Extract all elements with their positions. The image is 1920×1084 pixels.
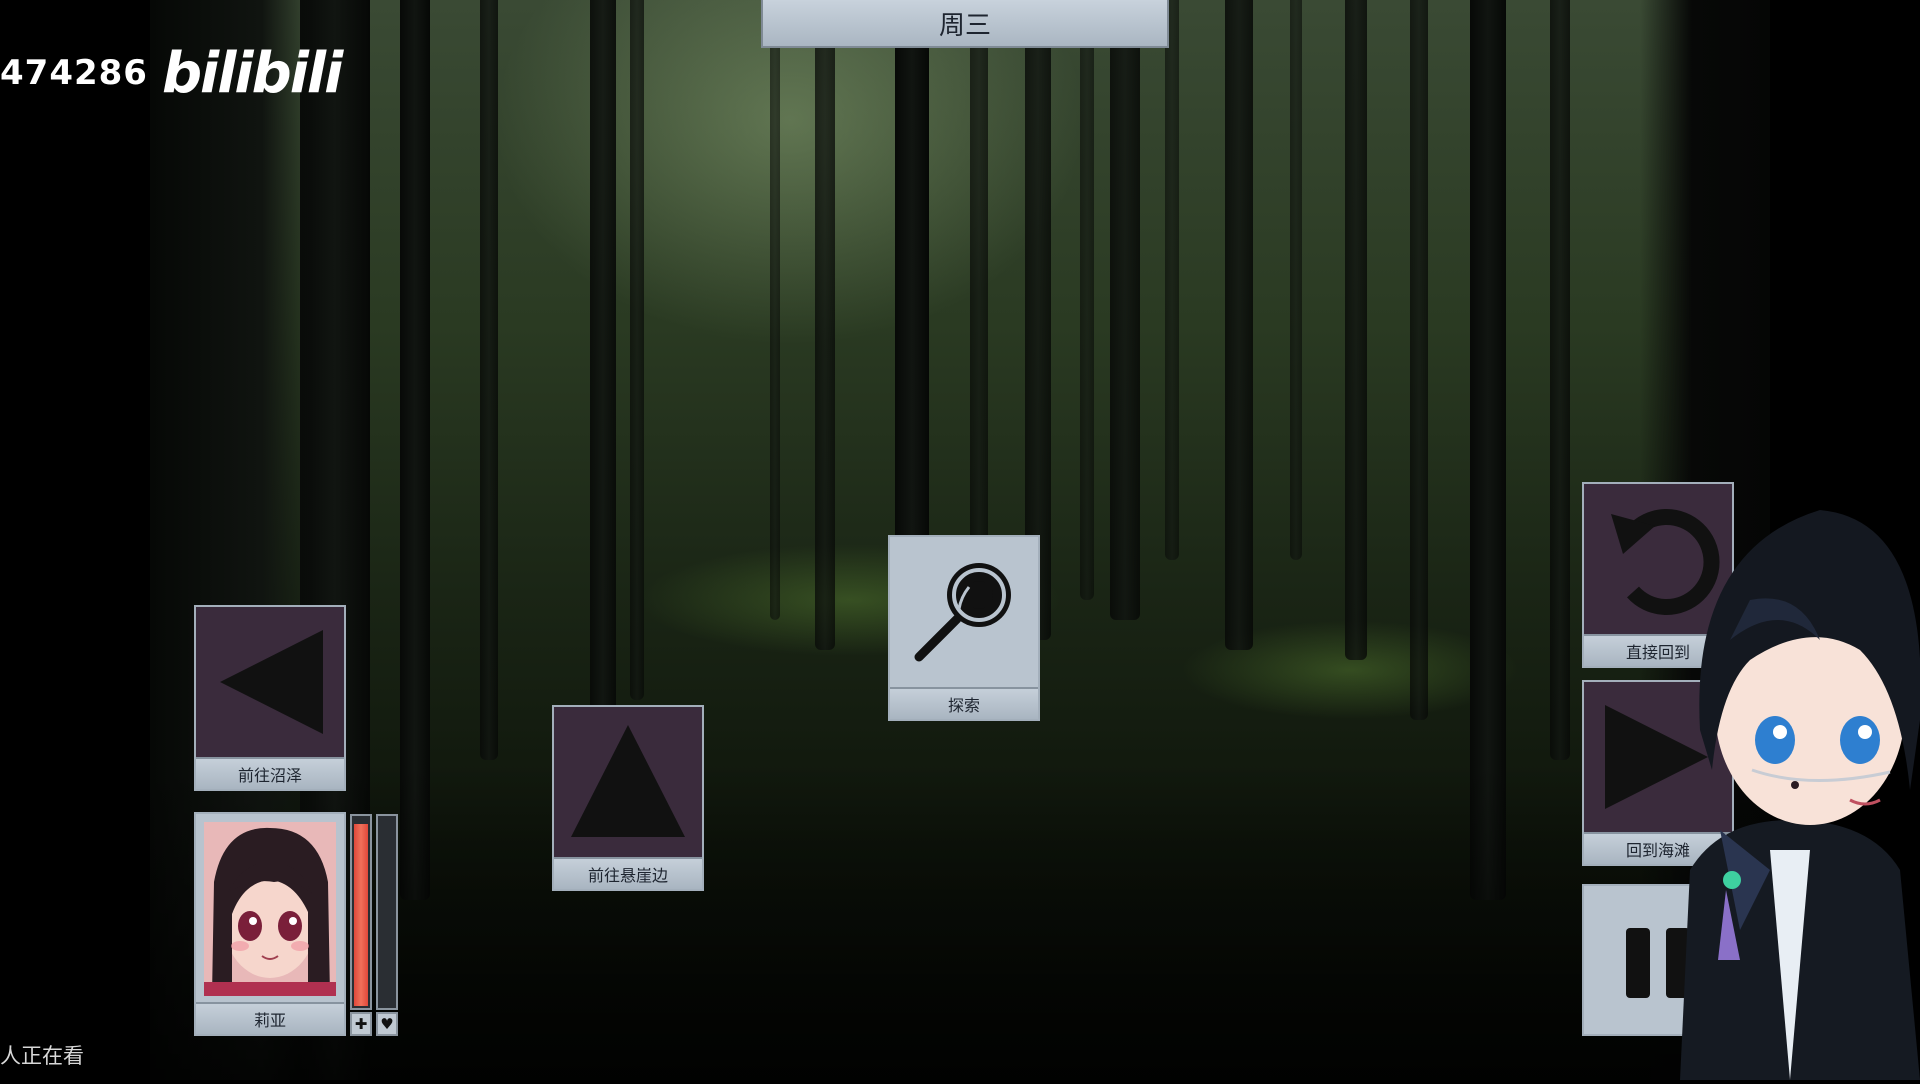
go-cliff-button-face [554, 707, 702, 857]
health-gauge [350, 814, 372, 1010]
character-portrait [204, 822, 336, 996]
go-cliff-button-label: 前往悬崖边 [554, 857, 702, 889]
magnifier-icon [914, 563, 1011, 662]
health-gauge-fill [354, 824, 368, 1006]
go-swamp-button-face [196, 607, 344, 757]
go-cliff-button[interactable]: 前往悬崖边 [552, 705, 704, 891]
explore-button-face [890, 537, 1038, 687]
stream-id: 474286 [0, 53, 148, 93]
arrow-up-icon [571, 725, 685, 837]
stream-watermark: 474286 bilibili [0, 38, 343, 108]
affection-gauge [376, 814, 398, 1010]
character-portrait-art [204, 822, 336, 996]
go-swamp-button[interactable]: 前往沼泽 [194, 605, 346, 791]
arrow-left-icon [220, 630, 323, 734]
bilibili-logo: bilibili [161, 40, 343, 106]
viewer-count-text: 人正在看 [0, 1044, 84, 1068]
streamer-avatar [1660, 490, 1920, 1080]
explore-button-label: 探索 [890, 687, 1038, 719]
day-label: 周三 [938, 10, 991, 41]
explore-button[interactable]: 探索 [888, 535, 1040, 721]
plus-icon: ✚ [350, 1012, 372, 1036]
go-swamp-button-label: 前往沼泽 [196, 757, 344, 789]
character-name: 莉亚 [196, 1002, 344, 1034]
day-banner: 周三 [761, 0, 1169, 48]
heart-icon: ♥ [376, 1012, 398, 1036]
streamer-avatar-art [1680, 510, 1920, 1080]
character-card[interactable]: 莉亚 [194, 812, 346, 1036]
